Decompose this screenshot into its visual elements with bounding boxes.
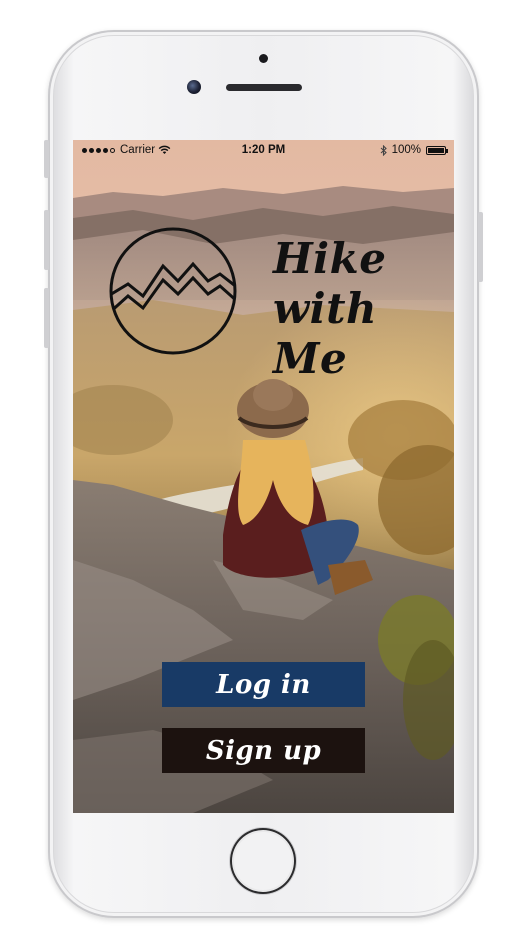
- status-bar: Carrier 1:20 PM 100%: [73, 140, 454, 162]
- volume-up-button: [44, 210, 49, 270]
- signup-button[interactable]: Sign up: [162, 728, 365, 773]
- volume-down-button: [44, 288, 49, 348]
- proximity-sensor: [259, 54, 268, 63]
- app-title-line1: Hike: [273, 234, 387, 283]
- bluetooth-icon: [380, 144, 387, 156]
- earpiece-speaker: [226, 84, 302, 91]
- battery-icon: [426, 145, 448, 155]
- mute-switch: [44, 140, 49, 178]
- battery-percent: 100%: [391, 144, 421, 156]
- app-title-line2: with Me: [273, 284, 378, 383]
- mountain-logo-icon: [109, 227, 237, 355]
- front-camera: [187, 80, 201, 94]
- home-button[interactable]: [230, 828, 296, 894]
- status-right: 100%: [380, 144, 448, 156]
- app-title: Hike with Me: [273, 234, 453, 384]
- power-button: [478, 212, 483, 282]
- app-screen: Carrier 1:20 PM 100% Hike with Me Log in…: [73, 140, 454, 813]
- login-button[interactable]: Log in: [162, 662, 365, 707]
